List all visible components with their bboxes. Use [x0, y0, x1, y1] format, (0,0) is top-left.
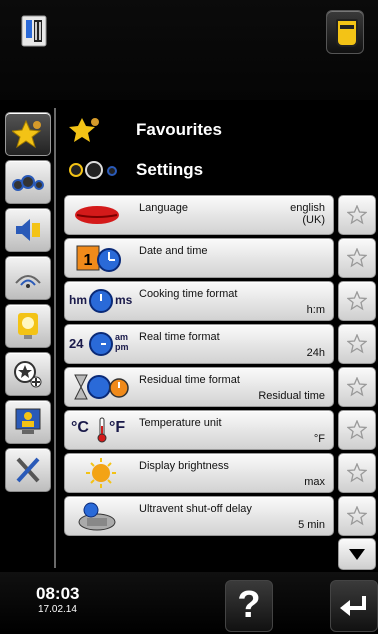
favourite-toggle-display-brightness[interactable] [338, 453, 376, 493]
favourite-toggle-date-time[interactable] [338, 238, 376, 278]
star-outline-icon [347, 377, 367, 397]
sidebar-item-volume[interactable] [5, 208, 51, 252]
setting-value: 24h [306, 347, 325, 359]
setting-row-ultravent-delay[interactable]: Ultravent shut-off delay 5 min [64, 496, 334, 536]
light-bulb-icon [18, 313, 38, 339]
sidebar-item-light[interactable] [5, 304, 51, 348]
setting-value: h:m [306, 304, 325, 316]
setting-title: Real time format [139, 331, 220, 343]
setting-title: Cooking time format [139, 288, 238, 300]
hm-ms-clock-icon: hm ms [69, 285, 133, 317]
setting-title: Display brightness [139, 460, 229, 472]
thermometer-icon: °C °F [69, 414, 133, 446]
help-label: ? [237, 584, 261, 626]
monitor-user-icon [15, 408, 41, 434]
scroll-down-button[interactable] [338, 538, 376, 570]
settings-dials-icon [69, 161, 117, 179]
sidebar-item-monitor[interactable] [5, 400, 51, 444]
setting-value: 5 min [298, 519, 325, 531]
star-outline-icon [347, 506, 367, 526]
setting-value: max [304, 476, 325, 488]
setting-title: Language [139, 202, 188, 214]
setting-row-date-time[interactable]: 1 Date and time [64, 238, 334, 278]
setting-row-temperature-unit[interactable]: °C °F Temperature unit °F [64, 410, 334, 450]
cup-icon [336, 19, 358, 47]
setting-value: °F [313, 433, 325, 445]
help-button[interactable]: ? [225, 580, 273, 632]
24-ampm-clock-icon: 24 am pm [69, 328, 133, 360]
calendar-clock-icon: 1 [76, 245, 121, 272]
star-outline-icon [347, 248, 367, 268]
setting-title: Temperature unit [139, 417, 222, 429]
sidebar-item-favourites[interactable] [5, 112, 51, 156]
cleaning-tab-icon[interactable] [326, 10, 364, 54]
setting-row-residual-time-format[interactable]: Residual time format Residual time [64, 367, 334, 407]
star-outline-icon [347, 205, 367, 225]
settings-label: Settings [136, 160, 204, 179]
volume-speaker-icon [16, 219, 40, 241]
favourites-star-icon [69, 118, 99, 142]
star-outline-icon [347, 463, 367, 483]
clock-time: 08:03 [36, 584, 80, 603]
favourite-toggle-ultravent-delay[interactable] [338, 496, 376, 536]
setting-title: Ultravent shut-off delay [139, 503, 252, 515]
back-button[interactable] [330, 580, 378, 632]
setting-title: Date and time [139, 245, 208, 257]
favourites-label: Favourites [136, 120, 222, 139]
top-bar [0, 0, 378, 100]
sun-brightness-icon [86, 458, 116, 488]
star-outline-icon [347, 420, 367, 440]
hourglass-clock-icon [74, 374, 129, 400]
oven-device-icon[interactable] [20, 14, 50, 48]
sidebar-item-profile[interactable] [5, 352, 51, 396]
setting-row-language[interactable]: Language english (UK) [64, 195, 334, 235]
settings-dials-icon [12, 175, 44, 191]
service-tools-icon [16, 457, 40, 483]
setting-row-display-brightness[interactable]: Display brightness max [64, 453, 334, 493]
wifi-signal-icon [15, 275, 41, 288]
favourite-toggle-language[interactable] [338, 195, 376, 235]
favourite-toggle-real-time-format[interactable] [338, 324, 376, 364]
favourite-toggle-cooking-time-format[interactable] [338, 281, 376, 321]
sidebar-item-service[interactable] [5, 448, 51, 492]
setting-value: english (UK) [290, 202, 325, 226]
return-arrow-icon [340, 596, 366, 616]
star-outline-icon [347, 334, 367, 354]
setting-row-real-time-format[interactable]: 24 am pm Real time format 24h [64, 324, 334, 364]
setting-title: Residual time format [139, 374, 240, 386]
favourite-toggle-temperature-unit[interactable] [338, 410, 376, 450]
lips-icon [75, 206, 119, 224]
setting-value: Residual time [258, 390, 325, 402]
sidebar-item-network[interactable] [5, 256, 51, 300]
sidebar-divider [54, 108, 56, 568]
setting-row-cooking-time-format[interactable]: hm ms Cooking time format h:m [64, 281, 334, 321]
profile-add-icon [14, 361, 42, 388]
ultravent-icon [78, 502, 116, 531]
clock-date: 17.02.14 [38, 604, 77, 615]
sidebar-item-settings[interactable] [5, 160, 51, 204]
svg-text:1: 1 [84, 252, 93, 269]
favourites-star-icon [12, 119, 42, 149]
star-outline-icon [347, 291, 367, 311]
favourite-toggle-residual-time-format[interactable] [338, 367, 376, 407]
